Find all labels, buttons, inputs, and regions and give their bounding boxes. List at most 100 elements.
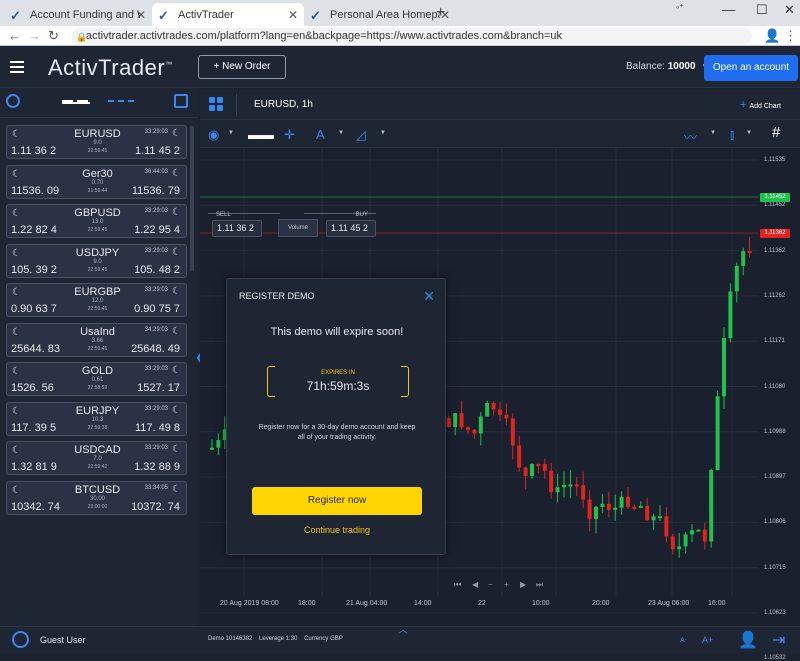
scroll-end-icon[interactable]: ⏭ [536, 580, 543, 590]
browser-tab-personal-area[interactable]: ✓ Personal Area Homepage ✕ [304, 3, 456, 26]
browser-tab-funding[interactable]: ✓ Account Funding and Withdrawa ✕ [4, 3, 152, 26]
scroll-left-icon[interactable]: ◀ [472, 580, 478, 589]
open-account-button[interactable]: Open an account [704, 55, 798, 81]
new-order-button[interactable]: + New Order [198, 55, 286, 79]
market-closed-moon-icon: ☾ [172, 246, 181, 258]
timeframe-icon[interactable]: ▬▬ [248, 127, 274, 142]
sell-button[interactable]: 1.11 36 2 [212, 220, 262, 237]
window-close-icon[interactable]: ✕ [784, 2, 795, 18]
sell-price[interactable]: 105. 39 2 [11, 264, 57, 276]
chevron-down-icon[interactable]: ▼ [380, 130, 386, 136]
sell-price[interactable]: 10342. 74 [11, 501, 60, 513]
watchlist-item[interactable]: ☾ Ger30 36:44:03 ☾ 0.70 21:59:44 11536. 09 1153… [6, 164, 187, 199]
bars-icon[interactable]: ⫾ [730, 127, 734, 143]
watchlist-scrollbar[interactable] [190, 126, 194, 271]
market-closed-moon-icon: ☾ [172, 167, 181, 179]
list-view-icon[interactable] [62, 100, 90, 104]
compact-view-icon[interactable] [108, 100, 134, 103]
edit-icon[interactable] [174, 94, 188, 108]
chart-type-icon[interactable]: ◉ [208, 127, 219, 143]
balance-selector[interactable]: Balance: 10000 ▼ [626, 61, 709, 72]
browser-tab-activtrader[interactable]: ✓ ActivTrader ✕ [152, 3, 304, 26]
menu-dots-icon[interactable]: ⋮ [784, 28, 797, 44]
watchlist-item[interactable]: ☾ EURUSD 33:29:03 ☾ 9.0 22:59:45 1.11 36 2 1.11… [6, 125, 187, 159]
url-field[interactable]: 🔒 activtrader.activtrades.com/platform?l… [72, 28, 752, 44]
price-axis-label: 1.10806 [764, 519, 786, 526]
sell-price[interactable]: 25644. 83 [11, 343, 60, 355]
volume-field[interactable]: Volume [278, 219, 318, 237]
buy-price[interactable]: 0.90 75 7 [134, 303, 180, 315]
buy-price[interactable]: 1.11 45 2 [135, 145, 180, 157]
buy-price[interactable]: 117. 49 8 [135, 422, 180, 434]
market-closed-moon-icon: ☾ [172, 128, 181, 139]
timestamp: 33:29:03 [144, 247, 168, 254]
price-axis-label: 1.10623 [764, 610, 786, 616]
chevron-down-icon[interactable]: ▼ [338, 130, 344, 136]
close-icon[interactable]: ✕ [136, 8, 146, 22]
continue-trading-link[interactable]: Continue trading [227, 525, 447, 535]
sell-price[interactable]: 1526. 56 [11, 382, 54, 394]
timestamp: 34:29:03 [144, 326, 168, 333]
watchlist-item[interactable]: ☾ USDJPY 33:29:03 ☾ 9.0 22:59:45 105. 39 2 105.… [6, 243, 187, 278]
scroll-start-icon[interactable]: ⏮ [454, 580, 461, 590]
sell-price[interactable]: 0.90 63 7 [11, 303, 57, 315]
watchlist-item[interactable]: ☾ EURJPY 33:29:03 ☾ 10.3 22:59:38 117. 39 5 117… [6, 401, 187, 436]
logo: ActivTrader™ [48, 55, 173, 80]
zoom-in-icon[interactable]: + [504, 580, 509, 589]
minimize-icon[interactable]: — [722, 2, 735, 17]
chevron-down-icon[interactable]: ▼ [746, 130, 752, 136]
new-tab-plus-icon[interactable]: + [436, 4, 445, 22]
watchlist-item[interactable]: ☾ GBPUSD 33:29:03 ☾ 13.0 22:59:45 1.22 82 4 1.2… [6, 204, 187, 238]
buy-price[interactable]: 1527. 17 [137, 382, 180, 394]
sell-price[interactable]: 11536. 09 [11, 185, 59, 197]
close-icon[interactable]: ✕ [288, 8, 298, 22]
reload-icon[interactable]: ↻ [48, 28, 59, 44]
watchlist-item[interactable]: ☾ BTCUSD 33:34:05 ☾ 30.00 23:00:00 10342. 74 10… [6, 480, 187, 515]
shapes-icon[interactable]: ◿ [356, 127, 366, 143]
buy-price[interactable]: 105. 48 2 [134, 264, 180, 276]
grid-toggle-icon[interactable]: # [772, 124, 780, 141]
timestamp: 33:29:03 [144, 405, 168, 412]
user-icon[interactable] [12, 631, 29, 648]
one-click-trade-widget: SELL BUY 1.11 36 2 Volume 1.11 45 2 [208, 208, 376, 238]
crosshair-icon[interactable]: ✛ [284, 127, 295, 143]
media-control-icon[interactable]: ◦⁺ [676, 2, 684, 13]
chevron-down-icon[interactable]: ▼ [710, 130, 716, 136]
watchlist-item[interactable]: ☾ EURGBP 33:29:03 ☾ 12.0 22:59:45 0.90 63 7 0.9… [6, 283, 187, 317]
buy-button[interactable]: 1.11 45 2 [326, 220, 376, 237]
forward-arrow-icon[interactable]: → [28, 28, 41, 43]
chevron-down-icon[interactable]: ▼ [228, 130, 234, 136]
sell-price[interactable]: 117. 39 5 [11, 422, 56, 434]
buy-price[interactable]: 11536. 79 [132, 185, 180, 197]
font-increase-button[interactable]: A+ [702, 635, 713, 645]
chart-tab-eurusd[interactable]: EURUSD, 1h [254, 99, 313, 110]
watchlist-item[interactable]: ☾ UsaInd 34:29:03 ☾ 3.66 22:59:45 25644. 83 256… [6, 322, 187, 357]
zoom-out-icon[interactable]: − [488, 580, 493, 589]
register-now-button[interactable]: Register now [252, 487, 422, 515]
watchlist-item[interactable]: ☾ USDCAD 33:29:03 ☾ 7.0 22:59:42 1.32 81 9 1.32… [6, 441, 187, 475]
watchlist-item[interactable]: ☾ GOLD 33:29:03 ☾ 0.61 22:58:59 1526. 56 1527. … [6, 362, 187, 396]
maximize-icon[interactable]: ☐ [756, 2, 768, 18]
close-icon[interactable]: ✕ [423, 288, 435, 305]
font-decrease-button[interactable]: A- [680, 637, 687, 644]
buy-price[interactable]: 10372. 74 [131, 501, 180, 513]
hamburger-menu-icon[interactable] [10, 61, 24, 73]
indicators-icon[interactable]: 〰 [684, 127, 697, 146]
support-agent-icon[interactable]: 👤 [738, 630, 758, 650]
buy-price[interactable]: 1.32 88 9 [134, 461, 180, 473]
scroll-right-icon[interactable]: ▶ [520, 580, 526, 589]
buy-price[interactable]: 25648. 49 [131, 343, 180, 355]
sell-price[interactable]: 1.11 36 2 [11, 145, 56, 157]
drawing-tool-icon[interactable]: A [316, 127, 325, 142]
logout-icon[interactable]: ⇥ [772, 630, 785, 650]
chevron-up-icon[interactable]: ︿ [398, 621, 408, 636]
sell-price[interactable]: 1.32 81 9 [11, 461, 57, 473]
market-closed-moon-icon: ☾ [172, 207, 181, 218]
buy-price[interactable]: 1.22 95 4 [134, 224, 180, 236]
back-arrow-icon[interactable]: ← [8, 28, 21, 43]
search-icon[interactable] [6, 94, 20, 108]
sell-price[interactable]: 1.22 82 4 [11, 224, 57, 236]
layout-grid-icon[interactable] [209, 97, 223, 111]
add-chart-button[interactable]: + Add Chart [740, 99, 781, 111]
profile-icon[interactable]: 👤 [764, 28, 780, 44]
